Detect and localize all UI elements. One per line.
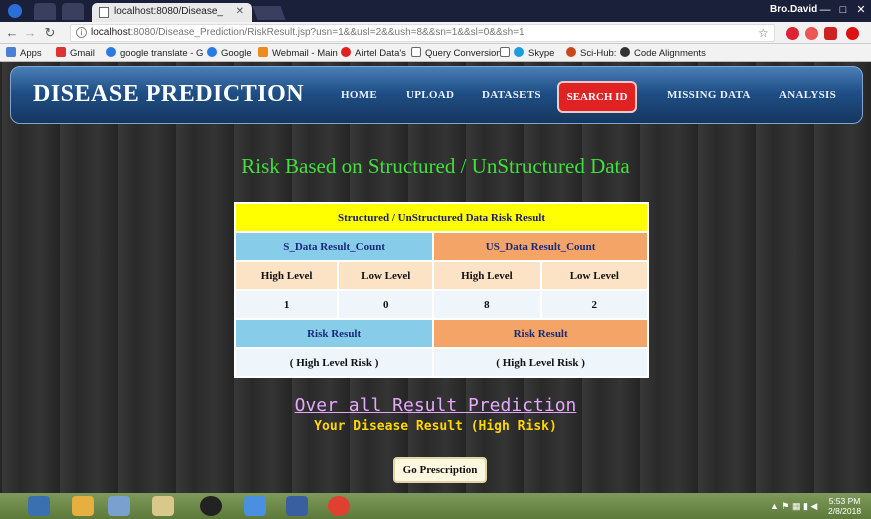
nav-upload[interactable]: UPLOAD [406,89,454,101]
github-icon [620,47,630,57]
clock[interactable]: 5:53 PM 2/8/2018 [828,496,861,516]
nav-search-id[interactable]: SEARCH ID [557,81,637,113]
table-row: 1 0 8 2 [233,289,650,320]
shield-extension-icon[interactable] [805,27,818,40]
computer-icon[interactable] [28,496,50,516]
bookmark-star-icon[interactable]: ☆ [758,26,769,40]
bookmark-code-alignments[interactable]: Code Alignments [620,47,706,59]
overall-result-heading: Over all Result Prediction [294,395,577,416]
browser-tab-active[interactable]: localhost:8080/Disease_ ✕ [92,3,252,22]
table-row: High Level Low Level High Level Low Leve… [233,260,650,291]
site-header: DISEASE PREDICTION HOME UPLOAD DATASETS … [10,66,863,124]
bookmark-sci-hub[interactable]: Sci-Hub: [566,47,616,59]
us-low-level-count: 2 [539,289,650,320]
browser-toolbar: ← → ↻ i localhost:8080/Disease_Predictio… [0,22,871,44]
table-row: Risk Result Risk Result [233,318,649,349]
gmail-icon [56,47,66,57]
system-tray[interactable]: ▲ ⚑ ▦ ▮ ◀ [770,501,817,512]
chrome-icon[interactable] [328,496,350,516]
bookmark-gmail[interactable]: Gmail [56,47,95,59]
bookmark-google-translate[interactable]: google translate - G [106,47,203,59]
s-risk-result-label: Risk Result [233,318,435,349]
go-prescription-button[interactable]: Go Prescription [393,457,487,483]
us-high-level-count: 8 [432,289,542,320]
s-data-header: S_Data Result_Count [233,231,435,262]
s-high-level-label: High Level [233,260,340,291]
bookmark-skype[interactable]: Skype [500,47,554,59]
bookmark-webmail[interactable]: Webmail - Main [258,47,338,59]
page-title: Risk Based on Structured / UnStructured … [241,154,630,178]
google-icon [106,47,116,57]
folder-icon[interactable] [72,496,94,516]
s-risk-result-value: ( High Level Risk ) [233,347,435,378]
bookmark-airtel[interactable]: Airtel Data's [341,47,406,59]
apps-icon [6,47,16,57]
arrow-app-icon[interactable] [244,496,266,516]
forward-icon[interactable]: → [22,25,38,41]
virtualbox-icon[interactable] [286,496,308,516]
bookmark-query-conversion[interactable]: Query Conversion [411,47,502,59]
tab-title: localhost:8080/Disease_ [114,6,223,17]
s-low-level-label: Low Level [337,260,435,291]
minimize-icon[interactable]: — [817,2,833,18]
cpanel-icon [258,47,268,57]
bookmark-google[interactable]: Google [207,47,252,59]
profile-name[interactable]: Bro.David [770,4,817,15]
nav-home[interactable]: HOME [341,89,377,101]
back-icon[interactable]: ← [4,25,20,41]
clock-date: 2/8/2018 [828,506,862,516]
network-icon[interactable] [108,496,130,516]
url-host: localhost [91,27,131,38]
table-row: Structured / UnStructured Data Risk Resu… [234,202,649,233]
reload-icon[interactable]: ↻ [42,25,58,41]
us-data-header: US_Data Result_Count [432,231,649,262]
disease-result-text: Your Disease Result (High Risk) [314,419,557,434]
nav-missing-data[interactable]: MISSING DATA [667,89,751,101]
extension-icon[interactable] [786,27,799,40]
page-icon [411,47,421,57]
new-tab-button[interactable] [252,6,286,20]
s-low-level-count: 0 [337,289,435,320]
browser-tab-1[interactable] [34,3,56,20]
close-window-icon[interactable]: ✕ [853,2,869,18]
us-low-level-label: Low Level [539,260,650,291]
page-icon [500,47,510,57]
media-player-icon[interactable] [200,496,222,516]
google-icon [207,47,217,57]
site-brand: DISEASE PREDICTION [33,81,305,107]
skype-icon[interactable] [8,4,22,18]
abp-extension-icon[interactable] [824,27,837,40]
maximize-icon[interactable]: □ [835,2,851,18]
page-icon [99,7,109,18]
windows-taskbar: ▲ ⚑ ▦ ▮ ◀ 5:53 PM 2/8/2018 [0,493,871,519]
us-risk-result-label: Risk Result [432,318,649,349]
table-caption: Structured / UnStructured Data Risk Resu… [234,202,649,233]
s-high-level-count: 1 [233,289,340,320]
nav-analysis[interactable]: ANALYSIS [779,89,836,101]
us-high-level-label: High Level [432,260,542,291]
info-icon[interactable]: i [76,27,87,38]
us-risk-result-value: ( High Level Risk ) [432,347,649,378]
url-path: :8080/Disease_Prediction/RiskResult.jsp?… [130,27,525,38]
sci-hub-icon [566,47,576,57]
skype-icon [514,47,524,57]
table-row: ( High Level Risk ) ( High Level Risk ) [233,347,649,378]
page-content: DISEASE PREDICTION HOME UPLOAD DATASETS … [0,62,871,493]
risk-result-table: Structured / UnStructured Data Risk Resu… [233,202,650,378]
table-row: S_Data Result_Count US_Data Result_Count [233,231,649,262]
bookmark-apps[interactable]: Apps [6,47,42,59]
bookmarks-bar: Apps Gmail google translate - G Google W… [0,44,871,62]
browser-title-bar: localhost:8080/Disease_ ✕ Bro.David — □ … [0,0,871,22]
notepad-icon[interactable] [152,496,174,516]
airtel-icon [341,47,351,57]
address-bar[interactable]: i localhost:8080/Disease_Prediction/Risk… [70,24,775,42]
opera-extension-icon[interactable] [846,27,859,40]
nav-datasets[interactable]: DATASETS [482,89,541,101]
close-tab-icon[interactable]: ✕ [236,6,244,17]
browser-tab-2[interactable] [62,3,84,20]
clock-time: 5:53 PM [828,496,861,506]
